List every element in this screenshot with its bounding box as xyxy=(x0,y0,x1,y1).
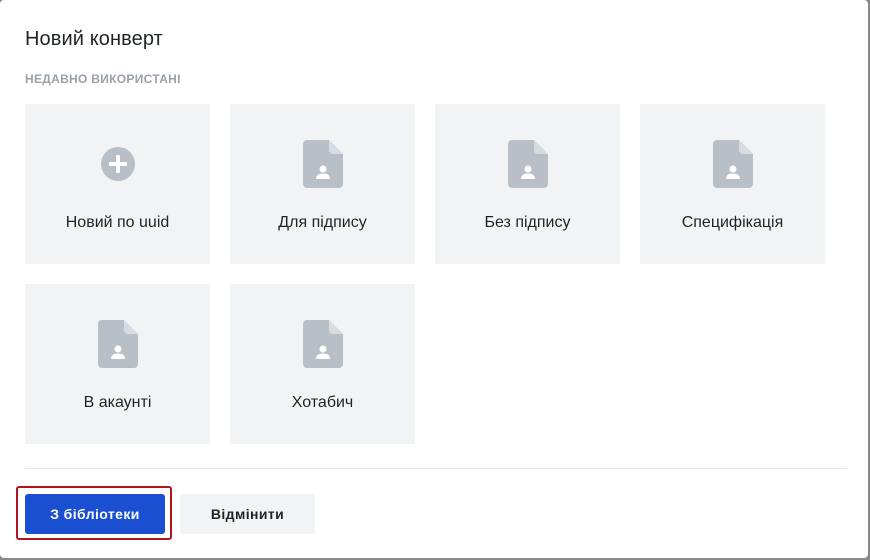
template-tile-label: В акаунті xyxy=(83,394,152,411)
document-person-icon xyxy=(302,140,343,188)
template-tile-label: Для підпису xyxy=(278,214,367,231)
template-tile-in-account[interactable]: В акаунті xyxy=(25,284,210,444)
document-person-icon xyxy=(97,320,138,368)
new-envelope-dialog: Новий конверт НЕДАВНО ВИКОРИСТАНІ Новий … xyxy=(0,0,868,558)
template-tile-khotabych[interactable]: Хотабич xyxy=(230,284,415,444)
from-library-button[interactable]: З бібліотеки xyxy=(25,494,165,534)
cancel-button[interactable]: Відмінити xyxy=(180,494,315,534)
document-person-icon xyxy=(302,320,343,368)
template-tile-label: Хотабич xyxy=(291,394,354,411)
template-tile-label: Без підпису xyxy=(484,214,571,231)
document-person-icon xyxy=(507,140,548,188)
footer-divider xyxy=(25,468,847,469)
template-tile-specification[interactable]: Специфікація xyxy=(640,104,825,264)
template-tile-label: Новий по uuid xyxy=(65,214,170,231)
template-tile-new-by-uuid[interactable]: Новий по uuid xyxy=(25,104,210,264)
plus-circle-icon xyxy=(98,140,138,188)
template-tile-without-signing[interactable]: Без підпису xyxy=(435,104,620,264)
dialog-title: Новий конверт xyxy=(25,28,163,50)
template-tile-for-signing[interactable]: Для підпису xyxy=(230,104,415,264)
document-person-icon xyxy=(712,140,753,188)
template-tile-label: Специфікація xyxy=(681,214,784,231)
section-label-recent: НЕДАВНО ВИКОРИСТАНІ xyxy=(25,72,181,86)
template-grid: Новий по uuid Для підпису Без підпису Сп… xyxy=(25,104,825,444)
